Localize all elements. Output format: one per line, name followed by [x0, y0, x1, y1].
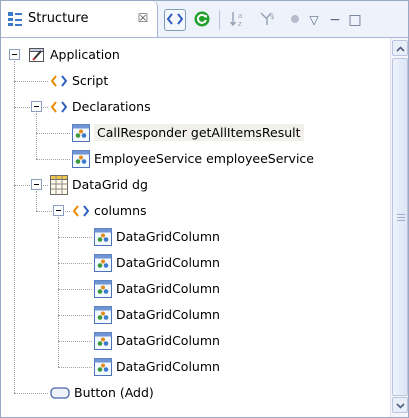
tree-node-label: DataGridColumn: [116, 255, 220, 270]
tree-row[interactable]: DataGridColumn: [1, 224, 390, 250]
svg-text:z: z: [238, 20, 242, 28]
chevron-down-icon: [395, 398, 405, 412]
minimize-button[interactable]: −: [326, 9, 344, 31]
tree-connector: [58, 237, 92, 238]
tree-node-label: DataGridColumn: [116, 333, 220, 348]
datagrid-icon: [50, 175, 68, 195]
svg-text:$: $: [270, 13, 274, 21]
button-icon: [50, 386, 70, 404]
tree-node-label: DataGridColumn: [116, 229, 220, 244]
tree-connector: [14, 393, 48, 394]
tree-connector: [14, 81, 48, 82]
refresh-button[interactable]: [191, 9, 213, 31]
svg-text:a: a: [238, 12, 242, 20]
tree-connector: [58, 289, 92, 290]
tree-node-label: DataGridColumn: [116, 307, 220, 322]
maximize-button[interactable]: □: [346, 9, 364, 31]
scroll-down-button[interactable]: [392, 397, 408, 413]
tree-row[interactable]: Declarations: [1, 94, 390, 120]
tree-row[interactable]: Application: [1, 42, 390, 68]
scrollbar-grip: [397, 217, 405, 218]
sort-alphabetically-button[interactable]: a z: [227, 9, 249, 31]
tree-connector: [58, 341, 92, 342]
tree-row[interactable]: Button (Add): [1, 380, 390, 406]
component-icon: [94, 358, 112, 376]
toggle-source-view-button[interactable]: [164, 9, 186, 31]
tree-row[interactable]: DataGridColumn: [1, 250, 390, 276]
tree-node-label: Button (Add): [74, 385, 154, 400]
close-icon[interactable]: ☒: [136, 11, 150, 25]
tree-row[interactable]: Script: [1, 68, 390, 94]
tree-node-label: Application: [50, 47, 120, 62]
tree-row[interactable]: DataGridColumn: [1, 276, 390, 302]
tree-row[interactable]: DataGridColumn: [1, 302, 390, 328]
tree-connector: [58, 263, 92, 264]
tree-row[interactable]: EmployeeService employeeService: [1, 146, 390, 172]
structure-outline-icon: [7, 11, 23, 27]
filter-dollar-icon: $: [259, 10, 277, 31]
hide-non-public-button[interactable]: $: [257, 9, 279, 31]
collapse-toggle[interactable]: [31, 179, 42, 190]
component-icon: [94, 306, 112, 324]
scrollbar-grip: [397, 214, 405, 215]
tree-connector: [58, 367, 92, 368]
hide-fields-button[interactable]: [284, 9, 306, 31]
tree-connector: [36, 133, 70, 134]
tree-row[interactable]: DataGridColumn: [1, 328, 390, 354]
tree-connector: [36, 113, 37, 159]
tree-row[interactable]: columns: [1, 198, 390, 224]
view-menu-button[interactable]: ▽: [305, 9, 323, 31]
tree-node-label: Script: [72, 73, 109, 88]
angle-brackets-icon: [166, 12, 184, 28]
tab-structure-label: Structure: [28, 11, 89, 26]
tag-brackets-icon: [72, 204, 90, 222]
tag-brackets-icon: [50, 100, 68, 118]
component-icon: [94, 228, 112, 246]
vertical-scrollbar[interactable]: [390, 38, 408, 417]
component-icon: [72, 150, 90, 168]
collapse-toggle[interactable]: [31, 101, 42, 112]
tree-node-label: columns: [94, 203, 147, 218]
structure-tree[interactable]: Application Script Declarations CallRespond…: [1, 38, 390, 417]
view-toolbar: Structure ☒ a z $ ▽ − □: [1, 1, 408, 38]
tree-row[interactable]: DataGridColumn: [1, 354, 390, 380]
tree-node-label: EmployeeService employeeService: [94, 151, 314, 166]
tree-node-label: DataGrid dg: [72, 177, 148, 192]
sort-az-icon: a z: [229, 10, 247, 31]
tree-row-selected[interactable]: CallResponder getAllItemsResult: [1, 120, 390, 146]
dot-icon: [290, 13, 300, 27]
collapse-toggle[interactable]: [9, 49, 20, 60]
tree-node-label: Declarations: [72, 99, 151, 114]
component-icon: [94, 332, 112, 350]
tree-connector: [58, 315, 92, 316]
tree-node-label: DataGridColumn: [116, 281, 220, 296]
tree-node-label: DataGridColumn: [116, 359, 220, 374]
tree-connector: [14, 61, 15, 393]
component-icon: [72, 124, 90, 142]
structure-view: Structure ☒ a z $ ▽ − □ Application Scri…: [0, 0, 409, 418]
application-icon: [28, 46, 46, 64]
tree-node-label: CallResponder getAllItemsResult: [94, 124, 304, 141]
tree-connector: [36, 159, 70, 160]
component-icon: [94, 280, 112, 298]
scrollbar-thumb[interactable]: [392, 58, 408, 396]
collapse-toggle[interactable]: [53, 205, 64, 216]
toolbar-separator: [219, 10, 220, 30]
component-icon: [94, 254, 112, 272]
tree-connector: [36, 191, 37, 211]
scrollbar-grip: [397, 220, 405, 221]
tree-row[interactable]: DataGrid dg: [1, 172, 390, 198]
tag-brackets-icon: [50, 74, 68, 92]
refresh-green-icon: [193, 10, 211, 31]
scroll-up-button[interactable]: [392, 40, 408, 56]
chevron-up-icon: [395, 41, 405, 55]
tab-structure[interactable]: Structure ☒: [1, 1, 158, 37]
tree-connector: [58, 217, 59, 367]
